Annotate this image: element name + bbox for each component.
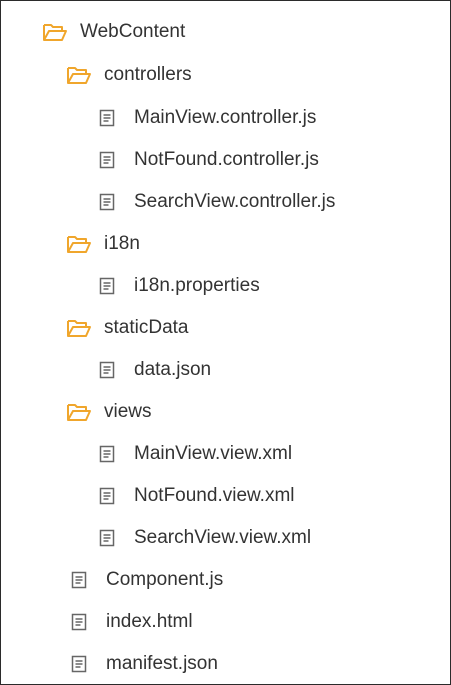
tree-file-i18n-properties[interactable]: i18n.properties: [94, 273, 260, 299]
tree-folder-label: views: [104, 401, 152, 422]
tree-folder-label: i18n: [104, 233, 140, 254]
tree-file-label: NotFound.controller.js: [134, 149, 319, 170]
tree-file-label: MainView.controller.js: [134, 107, 317, 128]
file-icon: [94, 149, 120, 171]
folder-open-icon: [66, 64, 92, 86]
file-tree: WebContent controllers MainView.controll…: [1, 1, 450, 684]
tree-folder-webcontent[interactable]: WebContent: [42, 19, 185, 45]
tree-file-label: Component.js: [106, 569, 224, 590]
file-icon: [66, 653, 92, 675]
tree-folder-controllers[interactable]: controllers: [66, 62, 192, 88]
folder-open-icon: [66, 317, 92, 339]
tree-file-notfound-view[interactable]: NotFound.view.xml: [94, 483, 295, 509]
tree-file-mainview-controller[interactable]: MainView.controller.js: [94, 105, 316, 131]
tree-file-label: SearchView.view.xml: [134, 527, 312, 548]
tree-file-searchview-view[interactable]: SearchView.view.xml: [94, 525, 311, 551]
folder-open-icon: [66, 401, 92, 423]
tree-file-component-js[interactable]: Component.js: [66, 567, 223, 593]
tree-file-label: MainView.view.xml: [134, 443, 293, 464]
tree-file-label: data.json: [134, 359, 212, 380]
tree-folder-label: WebContent: [80, 21, 186, 42]
tree-file-label: SearchView.controller.js: [134, 191, 336, 212]
file-icon: [94, 527, 120, 549]
file-icon: [66, 611, 92, 633]
tree-folder-i18n[interactable]: i18n: [66, 231, 140, 257]
file-icon: [66, 569, 92, 591]
file-icon: [94, 485, 120, 507]
tree-folder-views[interactable]: views: [66, 399, 152, 425]
tree-file-label: index.html: [106, 611, 193, 632]
tree-file-mainview-view[interactable]: MainView.view.xml: [94, 441, 292, 467]
tree-file-notfound-controller[interactable]: NotFound.controller.js: [94, 147, 319, 173]
tree-file-label: NotFound.view.xml: [134, 485, 295, 506]
folder-open-icon: [66, 233, 92, 255]
tree-file-index-html[interactable]: index.html: [66, 609, 193, 635]
tree-file-label: manifest.json: [106, 653, 218, 674]
file-icon: [94, 275, 120, 297]
tree-folder-label: staticData: [104, 317, 189, 338]
file-icon: [94, 443, 120, 465]
tree-file-label: i18n.properties: [134, 275, 260, 296]
folder-open-icon: [42, 21, 68, 43]
tree-file-manifest-json[interactable]: manifest.json: [66, 651, 218, 677]
file-icon: [94, 191, 120, 213]
tree-file-searchview-controller[interactable]: SearchView.controller.js: [94, 189, 335, 215]
file-icon: [94, 359, 120, 381]
tree-file-data-json[interactable]: data.json: [94, 357, 211, 383]
tree-folder-label: controllers: [104, 64, 192, 85]
file-icon: [94, 107, 120, 129]
tree-folder-staticdata[interactable]: staticData: [66, 315, 188, 341]
file-tree-panel: WebContent controllers MainView.controll…: [0, 0, 451, 685]
